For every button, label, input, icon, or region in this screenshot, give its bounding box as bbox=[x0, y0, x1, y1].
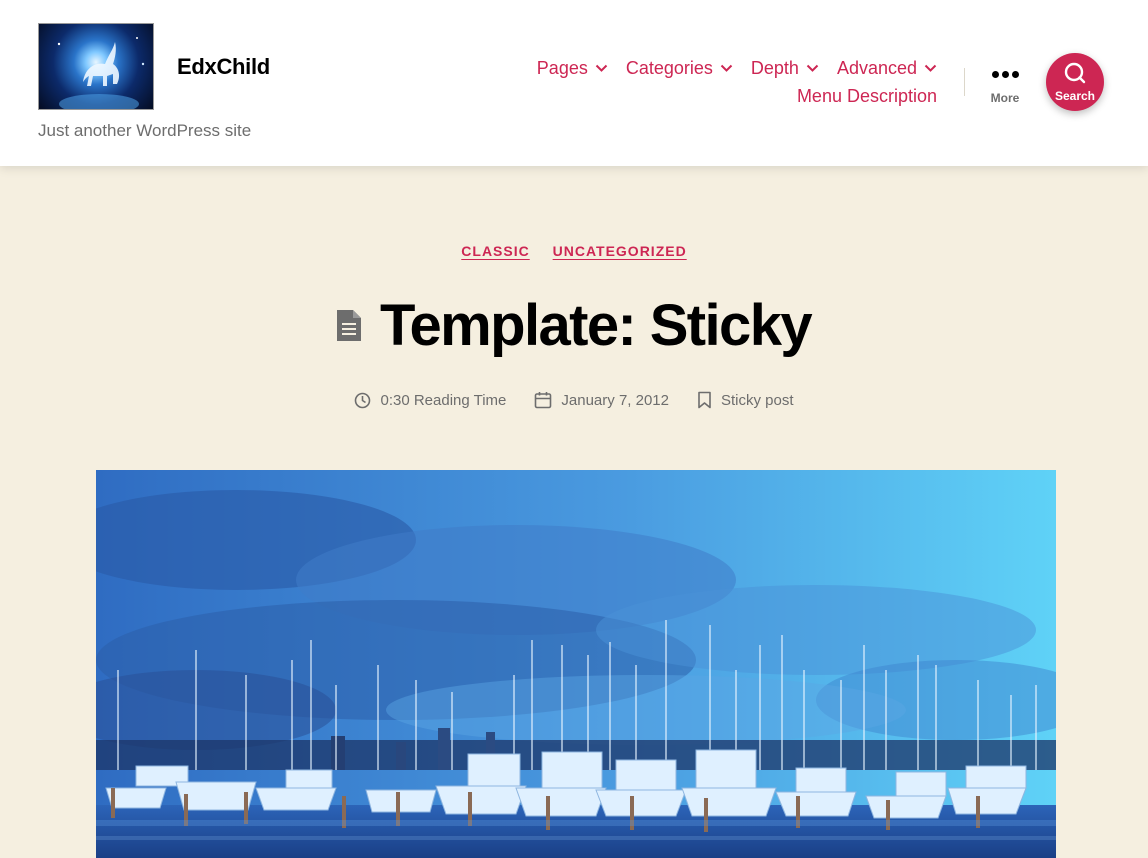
menu-item-label: Pages bbox=[536, 57, 588, 78]
sticky-post-text: Sticky post bbox=[720, 391, 794, 409]
ellipsis-icon bbox=[984, 71, 1026, 78]
site-tagline: Just another WordPress site bbox=[38, 121, 252, 140]
search-button[interactable]: Search bbox=[1046, 53, 1104, 111]
menu-item-depth[interactable]: Depth bbox=[751, 57, 819, 79]
entry-header: Template: Sticky bbox=[0, 292, 1148, 359]
entry-categories: CLASSIC UNCATEGORIZED bbox=[0, 243, 1148, 259]
document-icon bbox=[336, 310, 361, 341]
reading-time-text: 0:30 Reading Time bbox=[380, 391, 507, 409]
meta-reading-time: 0:30 Reading Time bbox=[354, 392, 506, 409]
more-button[interactable]: More bbox=[984, 60, 1026, 110]
post-meta: 0:30 Reading Time January 7, 2012 Sticky… bbox=[0, 391, 1148, 409]
site-title[interactable]: EdxChild bbox=[177, 54, 270, 80]
page-title: Template: Sticky bbox=[379, 293, 813, 358]
post-date-link[interactable]: January 7, 2012 bbox=[561, 392, 669, 409]
meta-date: January 7, 2012 bbox=[534, 391, 669, 409]
featured-image bbox=[96, 470, 1056, 858]
menu-item-menu-description[interactable]: Menu Description bbox=[797, 85, 937, 107]
primary-menu: Pages Categories Depth Advanced Menu Des… bbox=[517, 57, 937, 107]
menu-item-label: Categories bbox=[625, 57, 713, 78]
category-link-uncategorized[interactable]: UNCATEGORIZED bbox=[553, 243, 687, 259]
chevron-down-icon[interactable] bbox=[924, 64, 937, 73]
menu-item-pages[interactable]: Pages bbox=[537, 57, 608, 79]
site-header: EdxChild Just another WordPress site Pag… bbox=[0, 0, 1148, 166]
site-logo[interactable] bbox=[38, 23, 154, 110]
menu-item-label: Advanced bbox=[836, 57, 917, 78]
category-link-classic[interactable]: CLASSIC bbox=[461, 243, 529, 259]
calendar-icon bbox=[535, 392, 552, 409]
meta-sticky: Sticky post bbox=[697, 391, 794, 409]
chevron-down-icon[interactable] bbox=[595, 64, 608, 73]
more-label: More bbox=[990, 91, 1020, 105]
menu-item-label: Depth bbox=[750, 57, 799, 78]
header-divider bbox=[964, 68, 965, 96]
bookmark-icon bbox=[698, 391, 711, 409]
search-icon bbox=[1064, 62, 1086, 84]
entry-title-row: Template: Sticky bbox=[336, 292, 813, 359]
menu-item-categories[interactable]: Categories bbox=[626, 57, 733, 79]
clock-icon bbox=[355, 392, 371, 408]
menu-item-advanced[interactable]: Advanced bbox=[837, 57, 937, 79]
chevron-down-icon[interactable] bbox=[806, 64, 819, 73]
chevron-down-icon[interactable] bbox=[720, 64, 733, 73]
menu-item-label: Menu Description bbox=[796, 85, 937, 106]
search-label: Search bbox=[1054, 89, 1096, 103]
